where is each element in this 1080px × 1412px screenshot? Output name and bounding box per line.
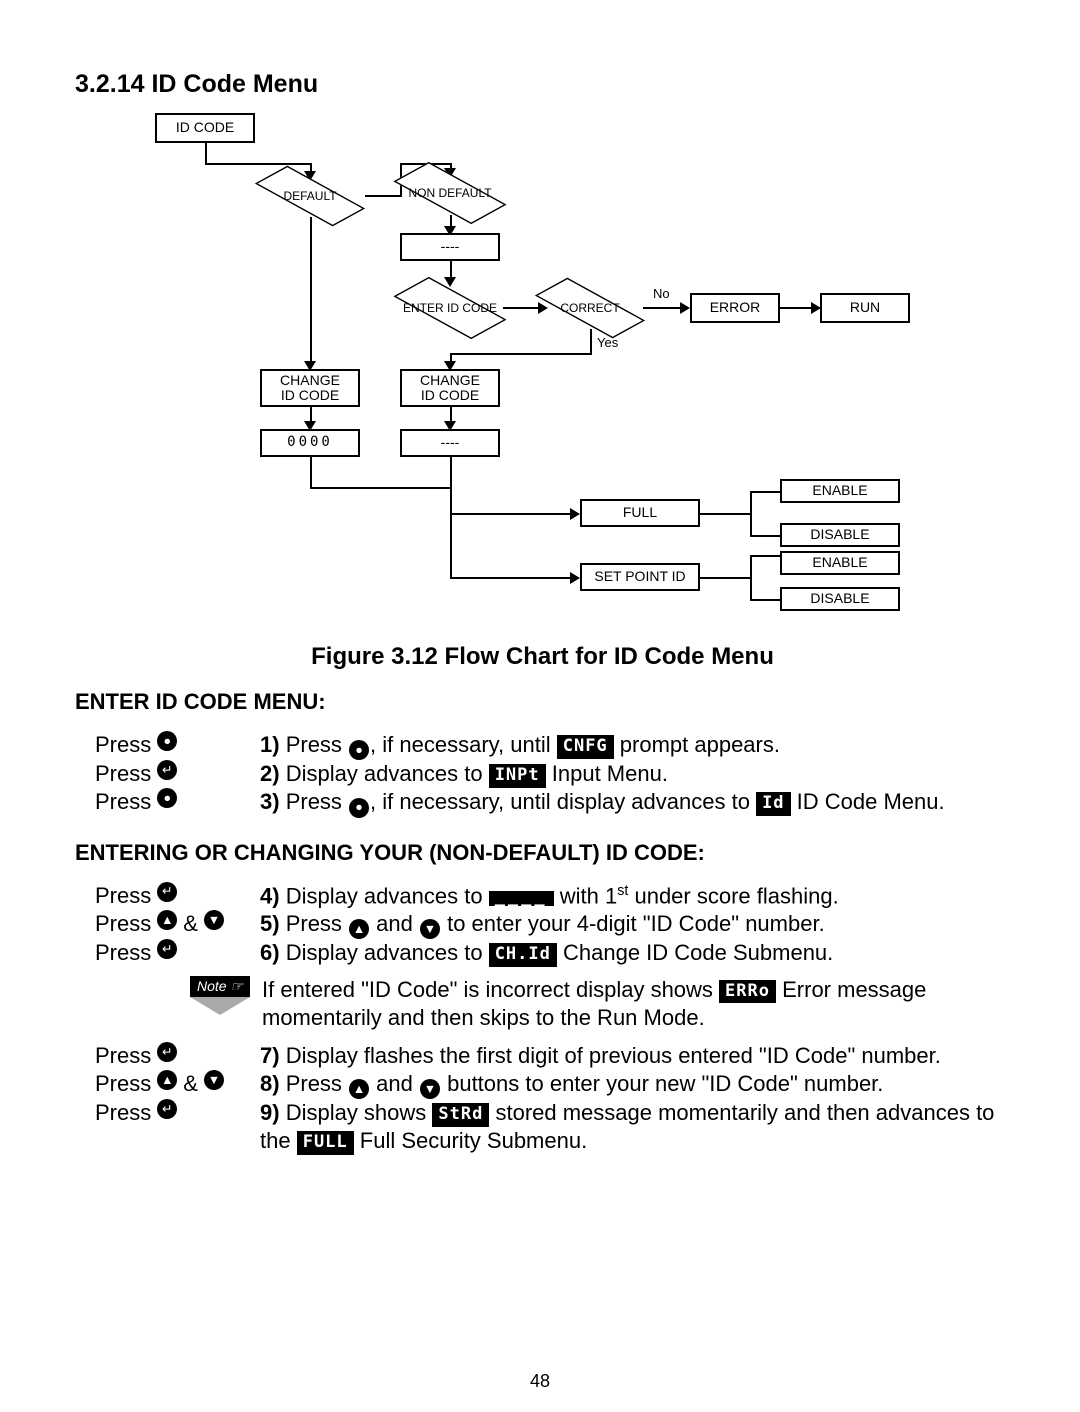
- note-icon: Note ☞: [190, 976, 250, 1016]
- step-number: 1): [260, 732, 280, 757]
- chip-dashes: ____: [489, 891, 554, 906]
- section-heading: 3.2.14 ID Code Menu: [75, 70, 1010, 99]
- node-default: DEFAULT: [255, 173, 365, 219]
- up-icon: ▲: [157, 910, 177, 930]
- up-icon: ▲: [349, 1079, 369, 1099]
- note-block: Note ☞ If entered "ID Code" is incorrect…: [95, 976, 1010, 1032]
- press-label: Press: [95, 788, 151, 816]
- subheading-change-code: ENTERING OR CHANGING YOUR (NON-DEFAULT) …: [75, 840, 1010, 866]
- section-number: 3.2.14: [75, 70, 145, 98]
- press-label: Press: [95, 1099, 151, 1127]
- instruction-block-1: Press ● 1) Press ●, if necessary, until …: [95, 731, 1010, 818]
- down-icon: ▼: [420, 1079, 440, 1099]
- step-number: 7): [260, 1043, 280, 1068]
- node-correct: CORRECT: [535, 285, 645, 331]
- step-5: Press ▲ & ▼ 5) Press ▲ and ▼ to enter yo…: [95, 910, 1010, 939]
- node-sp-enable: ENABLE: [780, 551, 900, 575]
- chip-cnfg: CNFG: [557, 735, 614, 759]
- enter-icon: ↵: [157, 760, 177, 780]
- node-change2: CHANGE ID CODE: [400, 369, 500, 407]
- flowchart: ID CODE DEFAULT NON DEFAULT ---- ENTER I…: [115, 113, 965, 633]
- menu-icon: ●: [349, 798, 369, 818]
- down-icon: ▼: [420, 919, 440, 939]
- step-8: Press ▲ & ▼ 8) Press ▲ and ▼ buttons to …: [95, 1070, 1010, 1099]
- up-icon: ▲: [349, 919, 369, 939]
- press-label: Press: [95, 760, 151, 788]
- up-icon: ▲: [157, 1070, 177, 1090]
- step-number: 3): [260, 789, 280, 814]
- step-6: Press ↵ 6) Display advances to CH.Id Cha…: [95, 939, 1010, 967]
- chip-full: FULL: [297, 1131, 354, 1155]
- page-number: 48: [0, 1371, 1080, 1392]
- chip-chid: CH.Id: [489, 943, 557, 967]
- step-number: 8): [260, 1071, 280, 1096]
- enter-icon: ↵: [157, 939, 177, 959]
- figure-caption: Figure 3.12 Flow Chart for ID Code Menu: [75, 643, 1010, 671]
- step-number: 5): [260, 911, 280, 936]
- chip-erro: ERRo: [719, 980, 776, 1004]
- enter-icon: ↵: [157, 882, 177, 902]
- node-nondefault: NON DEFAULT: [395, 168, 505, 218]
- step-4: Press ↵ 4) Display advances to ____ with…: [95, 882, 1010, 910]
- press-label: Press: [95, 1042, 151, 1070]
- node-sp-disable: DISABLE: [780, 587, 900, 611]
- edge-label-no: No: [653, 286, 670, 301]
- node-run: RUN: [820, 293, 910, 323]
- node-change1: CHANGE ID CODE: [260, 369, 360, 407]
- enter-icon: ↵: [157, 1099, 177, 1119]
- edge-label-yes: Yes: [597, 335, 618, 350]
- menu-icon: ●: [157, 731, 177, 751]
- instruction-block-2: Press ↵ 4) Display advances to ____ with…: [95, 882, 1010, 1156]
- node-full-enable: ENABLE: [780, 479, 900, 503]
- node-idcode: ID CODE: [155, 113, 255, 143]
- menu-icon: ●: [349, 740, 369, 760]
- step-number: 9): [260, 1100, 280, 1125]
- chip-strd: StRd: [432, 1103, 489, 1127]
- press-label: Press: [95, 731, 151, 759]
- section-title-text: ID Code Menu: [151, 70, 318, 98]
- press-label: Press: [95, 939, 151, 967]
- node-full-disable: DISABLE: [780, 523, 900, 547]
- down-icon: ▼: [204, 1070, 224, 1090]
- node-error: ERROR: [690, 293, 780, 323]
- step-9: Press ↵ 9) Display shows StRd stored mes…: [95, 1099, 1010, 1155]
- subheading-enter-menu: ENTER ID CODE MENU:: [75, 689, 1010, 715]
- node-dashes1: ----: [400, 233, 500, 261]
- node-dashes2: ----: [400, 429, 500, 457]
- step-3: Press ● 3) Press ●, if necessary, until …: [95, 788, 1010, 817]
- chip-id: Id: [756, 792, 790, 816]
- step-7: Press ↵ 7) Display flashes the first dig…: [95, 1042, 1010, 1070]
- step-2: Press ↵ 2) Display advances to INPt Inpu…: [95, 760, 1010, 788]
- down-icon: ▼: [204, 910, 224, 930]
- node-zeros: 0000: [260, 429, 360, 457]
- node-full: FULL: [580, 499, 700, 527]
- press-label: Press: [95, 1070, 151, 1098]
- step-number: 4): [260, 883, 280, 908]
- document-page: 3.2.14 ID Code Menu ID CODE DEFAULT NON …: [0, 0, 1080, 1412]
- step-number: 2): [260, 761, 280, 786]
- press-label: Press: [95, 882, 151, 910]
- press-label: Press: [95, 910, 151, 938]
- chip-inpt: INPt: [489, 764, 546, 788]
- node-setpointid: SET POINT ID: [580, 563, 700, 591]
- step-1: Press ● 1) Press ●, if necessary, until …: [95, 731, 1010, 760]
- node-enteridcode: ENTER ID CODE: [395, 283, 505, 333]
- enter-icon: ↵: [157, 1042, 177, 1062]
- step-number: 6): [260, 940, 280, 965]
- menu-icon: ●: [157, 788, 177, 808]
